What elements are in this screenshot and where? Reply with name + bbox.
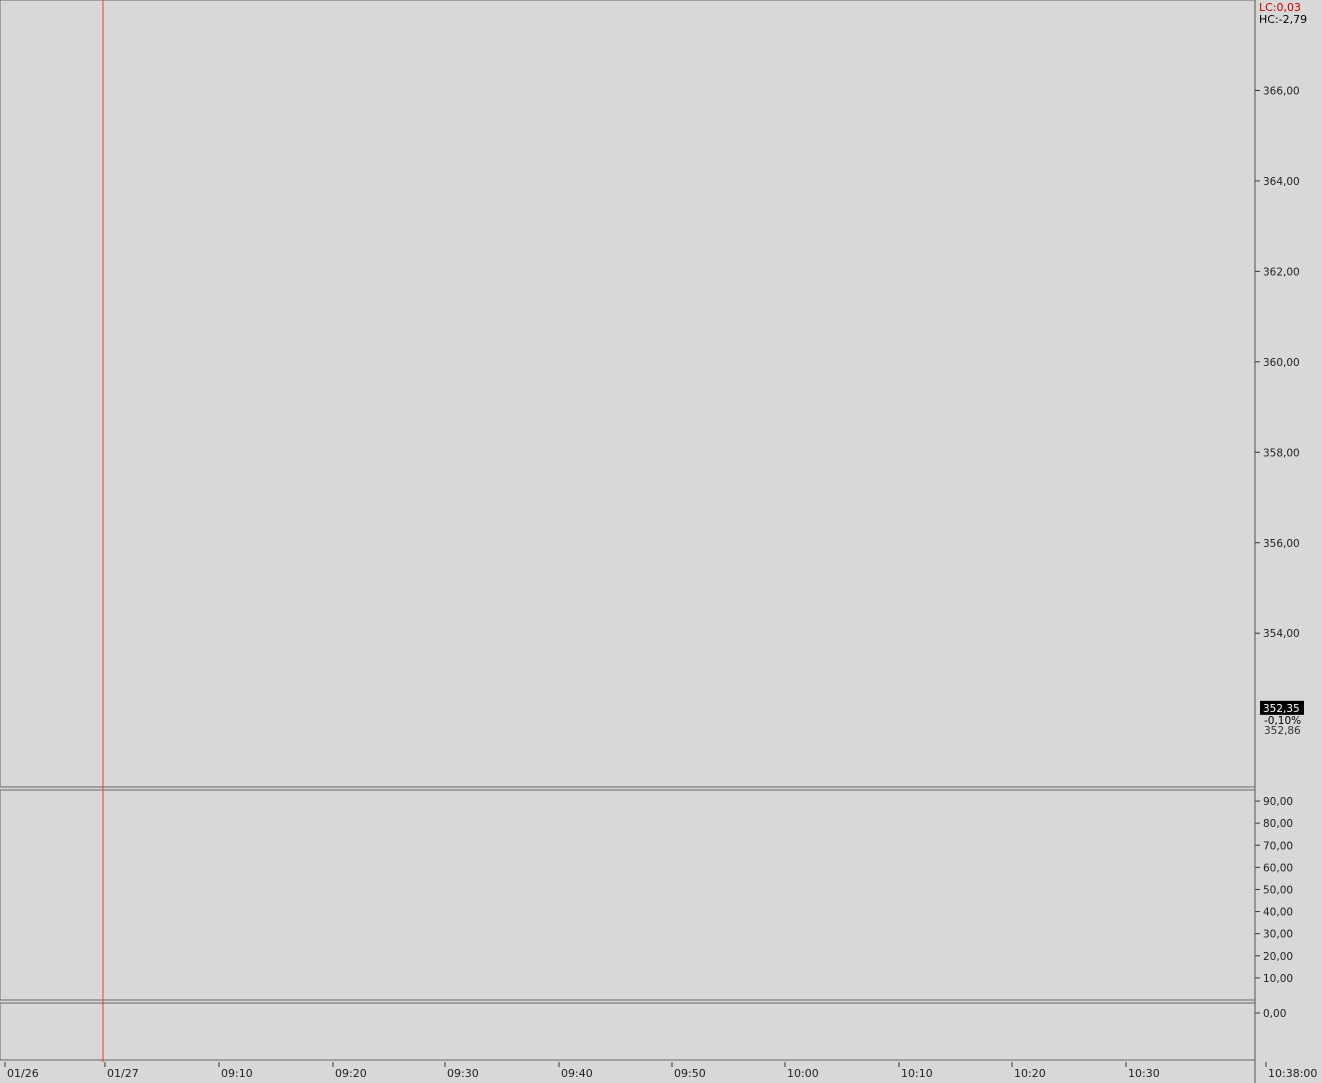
time-tick-label: 01/26 (7, 1067, 39, 1080)
current-price-label: 352,35 (1263, 703, 1300, 715)
osc-tick-label: 50,00 (1263, 884, 1293, 896)
time-tick-label: 10:10 (901, 1067, 933, 1080)
macd-tick-label: 0,00 (1263, 1008, 1286, 1020)
hc-readout: HC:-2,79 (1259, 13, 1307, 26)
osc-tick-label: 60,00 (1263, 862, 1293, 874)
osc-tick-label: 80,00 (1263, 818, 1293, 830)
price-plot-area (0, 0, 1256, 788)
osc-tick-label: 40,00 (1263, 907, 1293, 919)
time-tick-label: 10:20 (1014, 1067, 1046, 1080)
osc-tick-label: 90,00 (1263, 796, 1293, 808)
time-tick-label: 09:30 (447, 1067, 479, 1080)
time-tick-label: 09:40 (561, 1067, 593, 1080)
price-tick-label: 364,00 (1263, 176, 1300, 188)
trading-chart[interactable]: 366,75366,24365,35363,50362,45361,81361,… (0, 0, 1322, 1083)
osc-tick-label: 20,00 (1263, 951, 1293, 963)
time-tick-label: 09:50 (674, 1067, 706, 1080)
price-tick-label: 362,00 (1263, 266, 1300, 278)
time-tick-label: 01/27 (107, 1067, 139, 1080)
time-tick-label: 09:10 (221, 1067, 253, 1080)
price-tick-label: 360,00 (1263, 357, 1300, 369)
time-tick-label: 10:00 (787, 1067, 819, 1080)
axes: 366,00 364,00 362,00 360,00 358,00 356,00 354,… (0, 0, 1317, 1083)
oscillator-plot-area (0, 789, 1256, 1001)
osc-tick-label: 10,00 (1263, 973, 1293, 985)
overlapped-price-label: 352,86 (1264, 725, 1301, 737)
price-tick-label: 358,00 (1263, 447, 1300, 459)
price-tick-label: 366,00 (1263, 85, 1300, 97)
time-tick-label: 10:38:00 (1268, 1067, 1317, 1080)
time-tick-label: 10:30 (1128, 1067, 1160, 1080)
macd-plot-area (0, 1002, 1256, 1061)
time-tick-label: 09:20 (335, 1067, 367, 1080)
price-tick-label: 356,00 (1263, 538, 1300, 550)
osc-tick-label: 70,00 (1263, 840, 1293, 852)
osc-tick-label: 30,00 (1263, 929, 1293, 941)
price-tick-label: 354,00 (1263, 628, 1300, 640)
